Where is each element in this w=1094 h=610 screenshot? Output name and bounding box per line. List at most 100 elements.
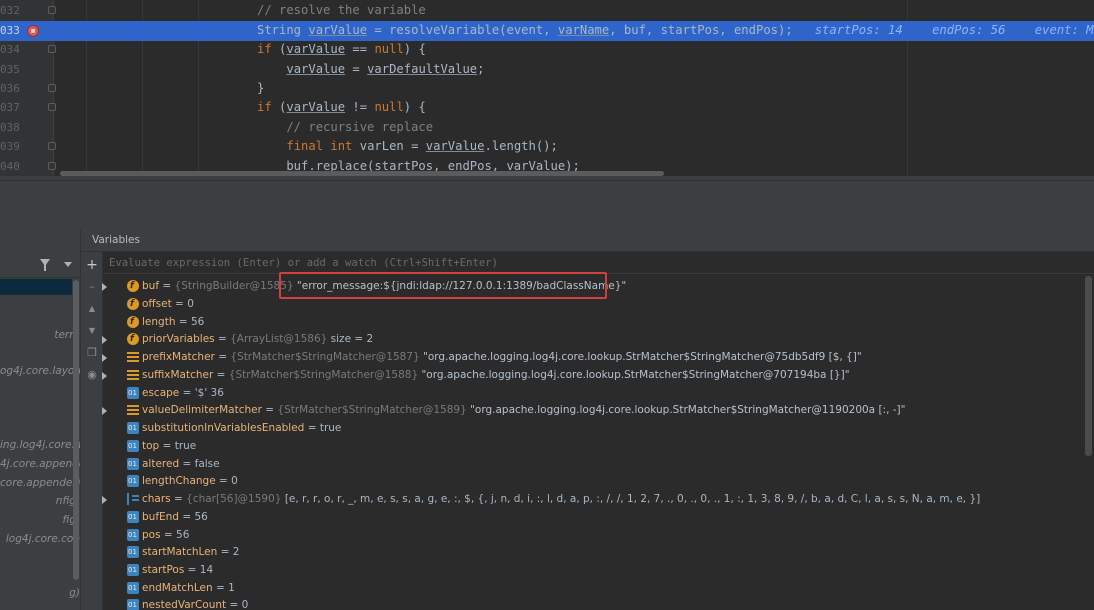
chevron-right-icon[interactable] <box>102 407 107 415</box>
evaluate-expression-input[interactable] <box>109 254 1069 272</box>
code-token: varName <box>557 23 610 38</box>
code-line[interactable]: 037 if (varValue != null) { <box>0 98 1094 117</box>
variable-name: startMatchLen <box>142 546 218 558</box>
variable-name: startPos <box>142 564 185 576</box>
frame-item[interactable]: og4j.core.layout) <box>0 365 80 377</box>
highlight-annotation-box <box>279 272 607 299</box>
variable-row[interactable]: startPos = 14 <box>108 561 1094 579</box>
code-line[interactable]: 032 // resolve the variable <box>0 1 1094 20</box>
frames-panel: tern) og4j.core.layout) ing.log4j.core.a 4j… <box>0 230 81 610</box>
variable-row[interactable]: pos = 56 <box>108 526 1094 544</box>
frame-item[interactable]: 4j.core.appende <box>0 458 80 470</box>
variable-row[interactable]: valueDelimiterMatcher = {StrMatcher$Stri… <box>102 401 1094 419</box>
frame-item[interactable]: g) <box>0 587 80 599</box>
add-watch-icon[interactable]: + <box>85 258 99 272</box>
frame-item[interactable]: tern) <box>0 329 80 341</box>
frame-item-selected[interactable] <box>0 279 72 295</box>
frame-item[interactable]: log4j.core.con <box>0 533 80 545</box>
arrow-up-icon[interactable]: ▲ <box>85 302 99 316</box>
code-text: final int varLen = varValue.length(); <box>257 137 558 156</box>
code-text: } <box>257 79 264 98</box>
line-number[interactable]: 036 <box>0 79 20 98</box>
equals-sign: = <box>261 404 278 416</box>
variable-name: endMatchLen <box>142 582 213 594</box>
variable-row[interactable]: altered = false <box>108 455 1094 473</box>
variable-type: {StrMatcher$StringMatcher@1588} <box>228 369 419 381</box>
variable-value: [e, r, r, o, r, _, m, e, s, s, a, g, e, … <box>284 493 981 505</box>
filter-icon[interactable] <box>40 259 50 271</box>
code-line[interactable]: 038 // recursive replace <box>0 118 1094 137</box>
variable-text: offset = 0 <box>142 295 194 313</box>
variable-value: "org.apache.logging.log4j.core.lookup.St… <box>470 404 906 416</box>
chevron-right-icon[interactable] <box>102 354 107 362</box>
variable-row[interactable]: suffixMatcher = {StrMatcher$StringMatche… <box>102 366 1094 384</box>
frame-item[interactable]: fig) <box>0 514 80 526</box>
chevron-right-icon[interactable] <box>102 496 107 504</box>
variable-row[interactable]: startMatchLen = 2 <box>108 543 1094 561</box>
chevron-right-icon[interactable] <box>102 372 107 380</box>
field-icon <box>127 277 139 295</box>
arrow-down-icon[interactable]: ▼ <box>85 324 99 338</box>
chevron-right-icon[interactable] <box>102 283 107 291</box>
frame-item[interactable]: ing.log4j.core.a <box>0 439 80 451</box>
line-number[interactable]: 037 <box>0 98 20 117</box>
debug-tool-window-header <box>0 180 1094 230</box>
frames-scrollbar[interactable] <box>73 280 79 580</box>
variable-text: bufEnd = 56 <box>142 508 208 526</box>
variable-text: startPos = 14 <box>142 561 213 579</box>
object-field-icon <box>127 369 139 381</box>
line-number[interactable]: 032 <box>0 1 20 20</box>
code-line-current[interactable]: 033 String varValue = resolveVariable(eve… <box>0 21 1094 41</box>
code-token: // recursive replace <box>257 120 434 135</box>
line-number[interactable]: 040 <box>0 157 20 176</box>
variable-name: buf <box>142 280 160 292</box>
variable-text: pos = 56 <box>142 526 189 544</box>
variable-row[interactable]: nestedVarCount = 0 <box>108 596 1094 610</box>
frame-item[interactable]: nfig) <box>0 495 80 507</box>
variable-row[interactable]: lengthChange = 0 <box>108 472 1094 490</box>
primitive-field-icon <box>127 508 139 526</box>
line-number[interactable]: 035 <box>0 60 20 79</box>
variable-row[interactable]: length = 56 <box>108 313 1094 331</box>
line-number[interactable]: 039 <box>0 137 20 156</box>
code-editor[interactable]: 032 // resolve the variable 033 String varV… <box>0 0 1094 180</box>
equals-sign: = <box>217 546 233 558</box>
code-token: , buf, startPos, endPos); <box>609 23 815 38</box>
chevron-down-icon[interactable] <box>64 262 72 267</box>
chevron-right-icon[interactable] <box>102 336 107 344</box>
eye-icon[interactable]: ◉ <box>85 368 99 382</box>
minus-icon[interactable]: – <box>85 280 99 294</box>
code-line[interactable]: 036} <box>0 79 1094 98</box>
variable-value: "org.apache.logging.log4j.core.lookup.St… <box>421 369 850 381</box>
line-number[interactable]: 038 <box>0 118 20 137</box>
variable-row[interactable]: top = true <box>108 437 1094 455</box>
code-line[interactable]: 039 final int varLen = varValue.length()… <box>0 137 1094 156</box>
variable-row[interactable]: endMatchLen = 1 <box>108 579 1094 597</box>
equals-sign: = <box>184 564 200 576</box>
fold-marker-icon[interactable] <box>48 6 56 15</box>
variable-row[interactable]: bufEnd = 56 <box>108 508 1094 526</box>
line-number[interactable]: 033 <box>0 21 20 40</box>
primitive-field-icon <box>127 579 139 597</box>
fold-marker-icon[interactable] <box>48 162 56 171</box>
breakpoint-icon[interactable] <box>27 25 39 38</box>
fold-marker-icon[interactable] <box>48 103 56 112</box>
code-line[interactable]: 035 varValue = varDefaultValue; <box>0 60 1094 79</box>
copy-icon[interactable]: ❐ <box>85 346 99 360</box>
code-text: varValue = varDefaultValue; <box>257 60 484 79</box>
variable-text: valueDelimiterMatcher = {StrMatcher$Stri… <box>142 401 905 419</box>
code-line[interactable]: 034 if (varValue == null) { <box>0 40 1094 59</box>
variable-row[interactable]: substitutionInVariablesEnabled = true <box>108 419 1094 437</box>
fold-marker-icon[interactable] <box>48 45 56 54</box>
variable-row[interactable]: priorVariables = {ArrayList@1586} size =… <box>102 330 1094 348</box>
fold-marker-icon[interactable] <box>48 84 56 93</box>
line-number[interactable]: 034 <box>0 40 20 59</box>
frame-item[interactable]: core.appender) <box>0 477 80 489</box>
variable-row[interactable]: chars = {char[56]@1590} [e, r, r, o, r, … <box>102 490 1094 508</box>
code-text: String varValue = resolveVariable(event,… <box>257 21 1094 40</box>
variable-row[interactable]: escape = '$' 36 <box>108 384 1094 402</box>
fold-marker-icon[interactable] <box>48 142 56 151</box>
variable-row[interactable]: prefixMatcher = {StrMatcher$StringMatche… <box>102 348 1094 366</box>
variable-name: priorVariables <box>142 333 215 345</box>
